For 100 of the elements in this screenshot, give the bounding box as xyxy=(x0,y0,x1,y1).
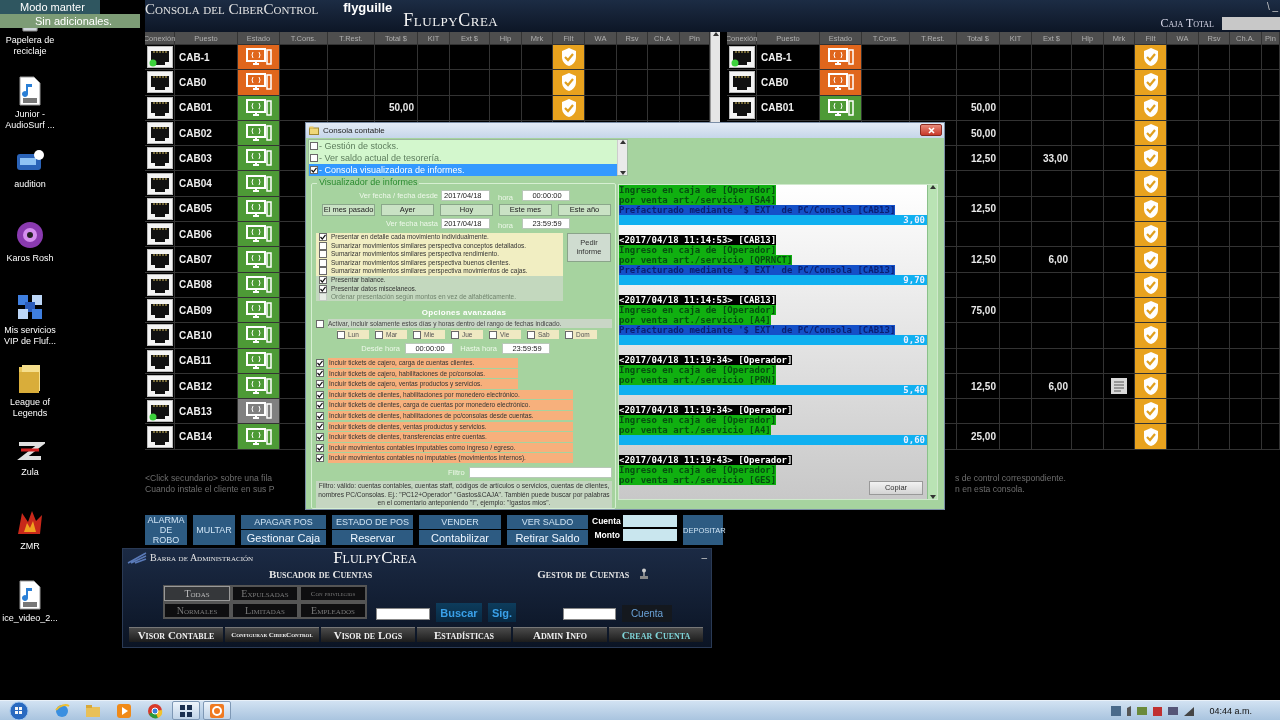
checkbox[interactable] xyxy=(319,250,327,259)
table-cell xyxy=(1230,196,1262,223)
admin-tab[interactable]: Visor de Logs xyxy=(321,627,415,642)
checkbox[interactable] xyxy=(316,443,324,452)
checkbox[interactable] xyxy=(316,422,324,431)
desktop-icon-label[interactable]: ZMR xyxy=(0,541,60,552)
minimize-button[interactable]: – xyxy=(697,552,711,563)
status-tile[interactable] xyxy=(238,95,280,121)
desktop-icon-label[interactable]: League of Legends xyxy=(0,397,60,419)
status-tile[interactable] xyxy=(238,196,280,223)
checkbox[interactable] xyxy=(451,330,459,339)
taskbar-button[interactable] xyxy=(172,701,200,720)
filter-button[interactable]: Todas xyxy=(164,586,230,601)
scrollbar[interactable] xyxy=(927,184,937,499)
status-tile[interactable] xyxy=(238,348,280,374)
status-tile[interactable] xyxy=(238,399,280,425)
desktop-icon-label[interactable]: Papelera de reciclaje xyxy=(0,35,60,57)
filter-button[interactable]: Empleados xyxy=(300,603,366,618)
filter-field[interactable] xyxy=(468,466,612,478)
checkbox[interactable] xyxy=(310,165,318,174)
desktop-icon-label[interactable]: ice_video_2... xyxy=(0,613,60,624)
scroll-up-icon[interactable] xyxy=(929,184,936,189)
action-button[interactable]: VENDER xyxy=(419,515,501,529)
filter-button[interactable]: Expulsadas xyxy=(232,586,298,601)
action-button[interactable]: MULTAR xyxy=(193,515,235,545)
checkbox[interactable] xyxy=(316,319,324,328)
status-tile[interactable] xyxy=(238,272,280,298)
checkbox[interactable] xyxy=(565,330,573,339)
start-button[interactable] xyxy=(8,700,30,720)
checkbox[interactable] xyxy=(319,267,327,276)
checkbox[interactable] xyxy=(413,330,421,339)
checkbox[interactable] xyxy=(489,330,497,339)
module-item[interactable]: - Gestión de stocks. xyxy=(309,139,617,152)
close-button[interactable] xyxy=(920,124,942,137)
checkbox[interactable] xyxy=(316,390,324,399)
checkbox[interactable] xyxy=(316,379,324,388)
checkbox[interactable] xyxy=(319,284,327,293)
action-button[interactable]: Contabilizar xyxy=(419,530,501,545)
status-tile[interactable] xyxy=(820,95,862,121)
table-cell xyxy=(1199,222,1230,248)
action-button[interactable]: Retirar Saldo xyxy=(507,530,588,545)
desktop-icon-label[interactable]: Mis servicios VIP de Fluf... xyxy=(0,325,60,347)
action-button[interactable]: ALARMA DE ROBO xyxy=(145,515,187,545)
scroll-down-icon[interactable] xyxy=(929,494,936,499)
module-item[interactable]: - Ver saldo actual de tesorería. xyxy=(309,151,617,164)
checkbox[interactable] xyxy=(316,432,324,441)
monitor-icon xyxy=(825,97,856,118)
checkbox[interactable] xyxy=(316,401,324,410)
checkbox[interactable] xyxy=(319,275,327,284)
checkbox[interactable] xyxy=(375,330,383,339)
desktop-icon-label[interactable]: Junior - AudioSurf ... xyxy=(0,109,60,131)
checkbox[interactable] xyxy=(319,258,327,267)
status-tile[interactable] xyxy=(238,171,280,197)
admin-tab[interactable]: Crear Cuenta xyxy=(609,627,703,642)
admin-tab[interactable]: Admin Info xyxy=(513,627,607,642)
status-tile[interactable] xyxy=(238,222,280,248)
table-cell xyxy=(280,45,328,71)
checkbox[interactable] xyxy=(310,141,318,150)
status-tile[interactable] xyxy=(820,70,862,96)
status-tile[interactable] xyxy=(238,146,280,172)
checkbox[interactable] xyxy=(527,330,535,339)
checkbox[interactable] xyxy=(316,358,324,367)
status-tile[interactable] xyxy=(238,45,280,71)
checkbox[interactable] xyxy=(316,369,324,378)
action-button[interactable]: VER SALDO xyxy=(507,515,588,529)
desktop-icon-label[interactable]: audition xyxy=(0,179,60,190)
admin-tab[interactable]: Estadísticas xyxy=(417,627,511,642)
account-field[interactable] xyxy=(563,608,616,620)
status-tile[interactable] xyxy=(238,120,280,147)
window-controls[interactable]: \ _ xyxy=(1266,2,1280,12)
scroll-up-icon[interactable] xyxy=(712,32,719,36)
action-button[interactable]: Gestionar Caja xyxy=(241,530,326,545)
scrollbar[interactable] xyxy=(617,139,627,175)
status-tile[interactable] xyxy=(238,323,280,349)
checkbox[interactable] xyxy=(310,153,318,162)
desktop-icon-label[interactable]: Zula xyxy=(0,467,60,478)
filter-button[interactable]: Normales xyxy=(164,603,230,618)
admin-tab[interactable]: Visor Contable xyxy=(129,627,223,642)
input-field[interactable] xyxy=(623,515,677,527)
status-tile[interactable] xyxy=(820,45,862,71)
next-button[interactable]: Sig. xyxy=(488,603,516,622)
desktop-icon-label[interactable]: Karos Rosh xyxy=(0,253,60,264)
status-tile[interactable] xyxy=(238,373,280,400)
account-button[interactable]: Cuenta xyxy=(622,605,672,622)
action-button[interactable]: Reservar xyxy=(332,530,413,545)
status-tile[interactable] xyxy=(238,424,280,450)
search-button[interactable]: Buscar xyxy=(436,603,482,622)
input-field[interactable] xyxy=(623,529,677,541)
search-field[interactable] xyxy=(376,608,430,620)
status-tile[interactable] xyxy=(238,297,280,324)
checkbox[interactable] xyxy=(319,241,327,250)
status-tile[interactable] xyxy=(238,247,280,273)
action-button[interactable]: APAGAR POS xyxy=(241,515,326,529)
action-button[interactable]: ESTADO DE POS xyxy=(332,515,413,529)
checkbox[interactable] xyxy=(337,330,345,339)
status-tile[interactable] xyxy=(238,70,280,96)
checkbox[interactable] xyxy=(316,411,324,420)
scroll-down-icon[interactable] xyxy=(619,170,626,175)
filter-button[interactable]: Limitadas xyxy=(232,603,298,618)
checkbox[interactable] xyxy=(316,454,324,463)
